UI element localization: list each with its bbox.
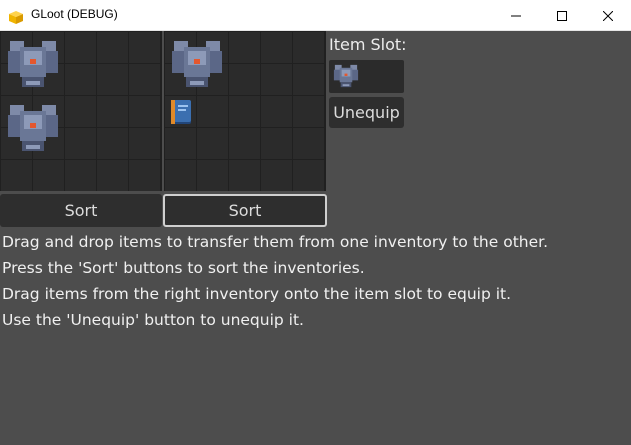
instruction-line: Use the 'Unequip' button to unequip it. xyxy=(2,311,304,329)
grid-cell[interactable] xyxy=(33,160,64,191)
title-bar[interactable]: GLoot (DEBUG) xyxy=(0,0,631,31)
grid-cell[interactable] xyxy=(129,128,160,159)
close-button[interactable] xyxy=(585,0,631,31)
grid-cell[interactable] xyxy=(197,160,228,191)
grid-cell[interactable] xyxy=(97,128,128,159)
grid-cell[interactable] xyxy=(197,96,228,127)
grid-cell[interactable] xyxy=(129,96,160,127)
grid-cell[interactable] xyxy=(293,64,324,95)
grid-cell[interactable] xyxy=(229,64,260,95)
unequip-button[interactable]: Unequip xyxy=(329,97,404,128)
minimize-button[interactable] xyxy=(493,0,539,31)
grid-cell[interactable] xyxy=(65,96,96,127)
grid-cell[interactable] xyxy=(261,128,292,159)
grid-cell[interactable] xyxy=(65,160,96,191)
armor-icon[interactable] xyxy=(166,33,228,99)
grid-cell[interactable] xyxy=(97,64,128,95)
item-slot-label: Item Slot: xyxy=(329,35,407,54)
grid-cell[interactable] xyxy=(229,32,260,63)
grid-cell[interactable] xyxy=(97,32,128,63)
grid-cell[interactable] xyxy=(65,64,96,95)
instruction-line: Drag and drop items to transfer them fro… xyxy=(2,233,549,251)
grid-cell[interactable] xyxy=(261,96,292,127)
grid-cell[interactable] xyxy=(165,128,196,159)
grid-cell[interactable] xyxy=(261,64,292,95)
grid-cell[interactable] xyxy=(293,32,324,63)
grid-cell[interactable] xyxy=(1,160,32,191)
armor-icon[interactable] xyxy=(2,97,64,163)
grid-cell[interactable] xyxy=(293,128,324,159)
grid-cell[interactable] xyxy=(97,96,128,127)
item-slot[interactable] xyxy=(329,60,404,93)
book-icon[interactable] xyxy=(166,97,196,131)
cube-icon xyxy=(9,9,23,24)
grid-cell[interactable] xyxy=(229,96,260,127)
grid-cell[interactable] xyxy=(65,32,96,63)
grid-cell[interactable] xyxy=(197,128,228,159)
maximize-icon xyxy=(557,6,567,25)
grid-cell[interactable] xyxy=(261,32,292,63)
main-content: Sort Sort Item Slot: Unequip Drag and dr… xyxy=(0,31,631,445)
maximize-button[interactable] xyxy=(539,0,585,31)
grid-cell[interactable] xyxy=(129,32,160,63)
grid-cell[interactable] xyxy=(293,160,324,191)
grid-cell[interactable] xyxy=(229,128,260,159)
grid-cell[interactable] xyxy=(129,64,160,95)
sort-button-right[interactable]: Sort xyxy=(163,194,327,227)
grid-cell[interactable] xyxy=(293,96,324,127)
window-title: GLoot (DEBUG) xyxy=(31,7,118,21)
grid-cell[interactable] xyxy=(129,160,160,191)
armor-icon[interactable] xyxy=(2,33,64,99)
armor-icon[interactable] xyxy=(331,61,361,95)
instruction-line: Press the 'Sort' buttons to sort the inv… xyxy=(2,259,365,277)
grid-cell[interactable] xyxy=(97,160,128,191)
grid-cell[interactable] xyxy=(229,160,260,191)
grid-cell[interactable] xyxy=(65,128,96,159)
instruction-line: Drag items from the right inventory onto… xyxy=(2,285,512,303)
close-icon xyxy=(602,6,614,25)
grid-cell[interactable] xyxy=(165,160,196,191)
grid-cell[interactable] xyxy=(261,160,292,191)
app-window: GLoot (DEBUG) Sort Sort Item Slot: Unequ… xyxy=(0,0,631,445)
minimize-icon xyxy=(511,6,521,25)
sort-button-left[interactable]: Sort xyxy=(0,194,162,227)
